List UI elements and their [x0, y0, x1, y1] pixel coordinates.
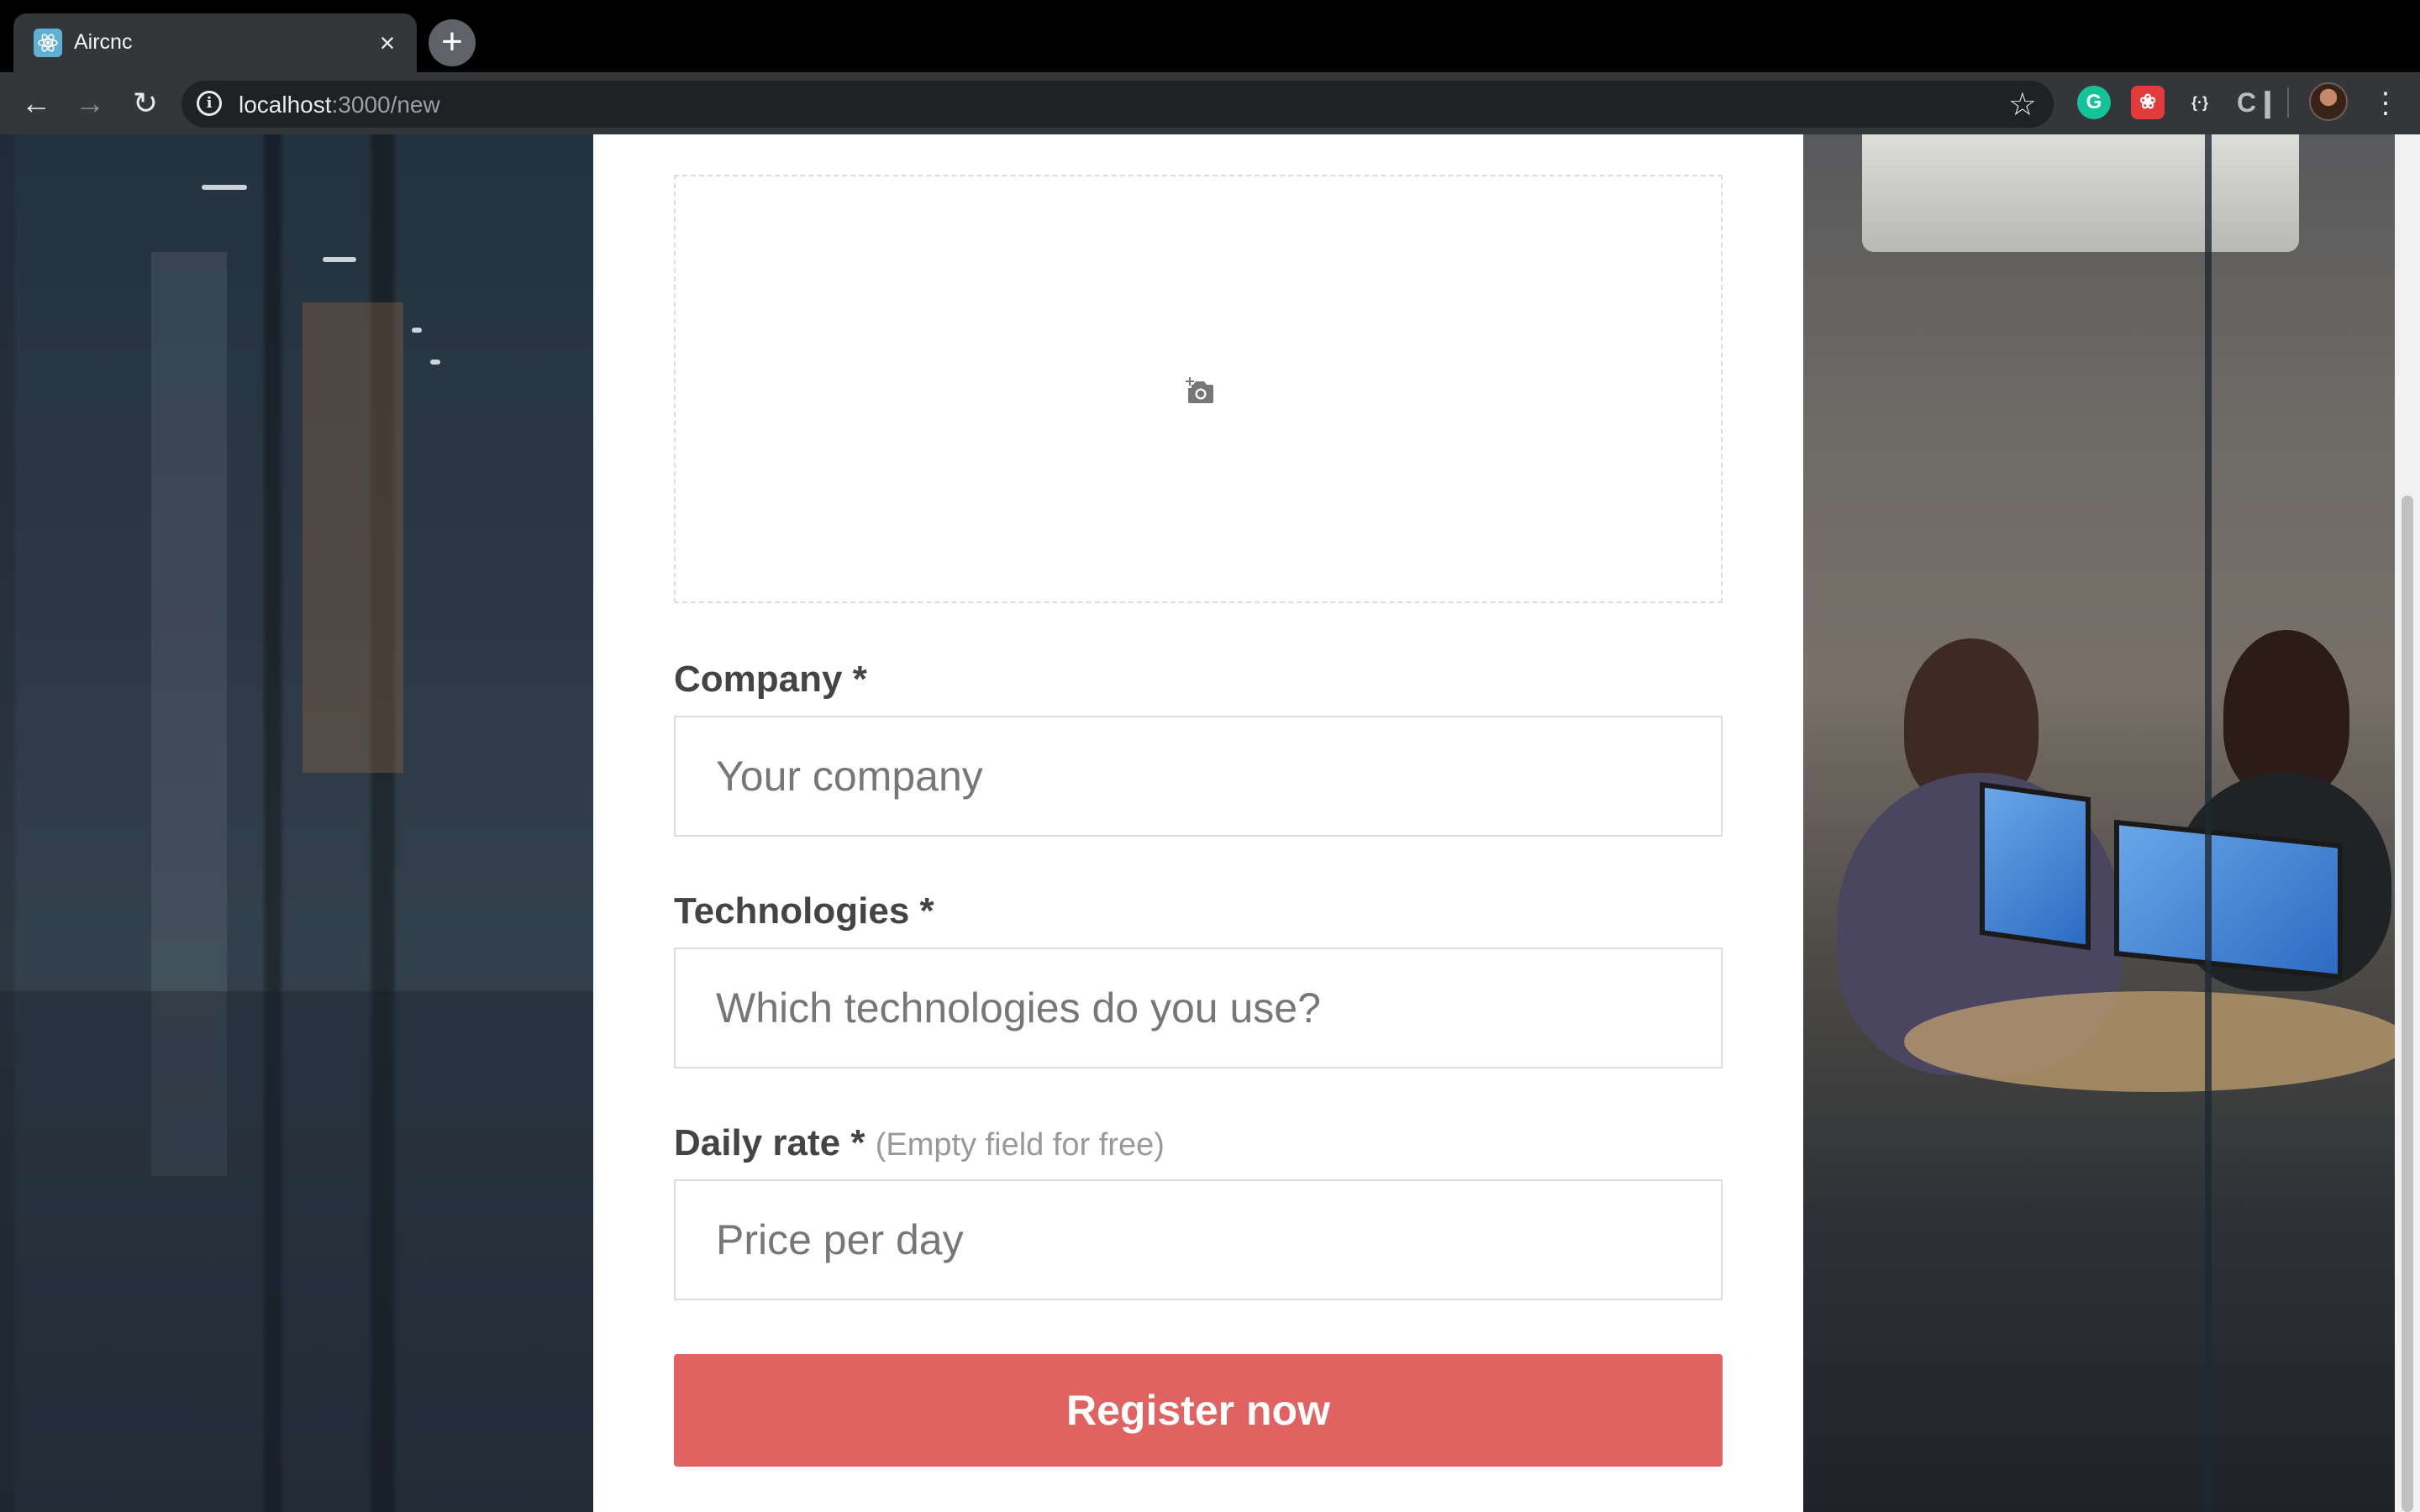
floor [0, 991, 593, 1512]
grammarly-extension-icon[interactable]: G [2077, 86, 2111, 119]
technologies-label: Technologies * [674, 890, 934, 932]
company-label: Company * [674, 659, 867, 700]
meeting-table [1904, 991, 2408, 1092]
air-conditioner [1862, 134, 2299, 252]
url-path: :3000/new [331, 92, 440, 118]
wood-wall [302, 302, 403, 773]
daily-rate-input[interactable] [674, 1179, 1723, 1300]
address-bar[interactable]: i localhost:3000/new ☆ [182, 81, 2054, 128]
url-text[interactable]: localhost:3000/new [239, 92, 440, 118]
page-viewport: Company * Technologies * Daily rate * (E… [0, 134, 2420, 1512]
scrollbar-thumb[interactable] [2402, 496, 2413, 1512]
background-photo-right [1803, 134, 2408, 1512]
star-icon[interactable]: ☆ [2008, 86, 2037, 123]
red-extension-icon[interactable]: ❀ [2131, 86, 2165, 119]
toolbar-divider [2287, 87, 2289, 118]
close-icon[interactable]: × [373, 29, 402, 57]
tab-title: Aircnc [74, 30, 133, 54]
daily-rate-label: Daily rate * (Empty field for free) [674, 1122, 1165, 1164]
new-spot-form: Company * Technologies * Daily rate * (E… [593, 134, 1803, 1512]
c-extension-icon[interactable]: C❙ [2237, 86, 2279, 119]
url-host: localhost [239, 92, 332, 118]
laptop-screen [2114, 819, 2343, 980]
ceiling-light [430, 360, 440, 365]
company-input[interactable] [674, 716, 1723, 837]
info-icon[interactable]: i [197, 91, 222, 116]
thumbnail-upload[interactable] [674, 175, 1723, 603]
laptop-screen [1980, 781, 2091, 951]
daily-rate-label-text: Daily rate * [674, 1122, 865, 1163]
profile-avatar[interactable] [2309, 82, 2348, 121]
reload-icon[interactable]: ↻ [126, 84, 165, 123]
ceiling-light [202, 185, 247, 190]
kebab-menu-icon[interactable]: ⋮ [2371, 84, 2400, 123]
add-photo-camera-icon [1186, 377, 1213, 403]
browser-tab-strip: Aircnc × + [0, 0, 2420, 72]
browser-toolbar: ← → ↻ i localhost:3000/new ☆ G ❀ {·} C❙ … [0, 72, 2420, 134]
forward-arrow-icon[interactable]: → [71, 84, 109, 123]
page-scrollbar[interactable] [2395, 134, 2420, 1512]
ceiling-light [323, 257, 356, 262]
technologies-input[interactable] [674, 948, 1723, 1068]
glass-frame [2205, 134, 2212, 1512]
browser-tab[interactable]: Aircnc × [13, 13, 417, 72]
plus-icon[interactable]: + [429, 19, 476, 66]
register-button[interactable]: Register now [674, 1354, 1723, 1467]
daily-rate-hint: (Empty field for free) [875, 1127, 1165, 1163]
react-icon [34, 29, 62, 57]
json-viewer-extension-icon[interactable]: {·} [2183, 86, 2217, 119]
back-arrow-icon[interactable]: ← [17, 84, 55, 123]
ceiling-light [412, 328, 422, 333]
background-photo-left [0, 134, 593, 1512]
